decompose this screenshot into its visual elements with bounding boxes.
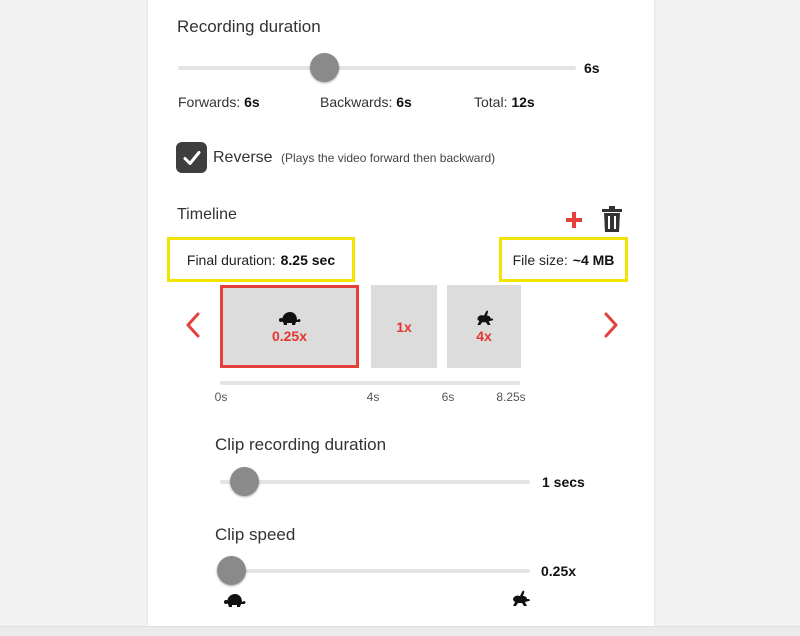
timeline-clip[interactable]: 0.25x [220, 285, 359, 368]
reverse-label[interactable]: Reverse [213, 149, 273, 166]
forwards-stat: Forwards: 6s [178, 94, 260, 110]
backwards-value: 6s [396, 94, 412, 110]
timeline-tick: 0s [214, 390, 228, 404]
chevron-right-icon[interactable] [603, 312, 619, 343]
checkmark-icon [183, 150, 200, 165]
final-duration-box: Final duration: 8.25 sec [167, 237, 355, 282]
timeline-tick: 6s [441, 390, 455, 404]
clip-duration-title: Clip recording duration [215, 435, 387, 454]
forwards-value: 6s [244, 94, 260, 110]
clip-speed-thumb[interactable] [217, 556, 246, 585]
timeline-track [220, 381, 520, 385]
clip-speed-label: 0.25x [271, 327, 308, 344]
file-size-value: ~4 MB [572, 251, 615, 268]
reverse-hint: (Plays the video forward then backward) [281, 151, 496, 165]
clip-speed-label: 4x [476, 327, 492, 344]
clip-duration-track[interactable] [220, 480, 530, 484]
final-duration-label: Final duration: [186, 251, 276, 268]
clip-speed-title: Clip speed [215, 525, 296, 544]
backwards-stat: Backwards: 6s [320, 94, 412, 110]
reverse-label-group: Reverse (Plays the video forward then ba… [213, 149, 495, 167]
timeline-tick: 8.25s [496, 390, 526, 404]
recording-duration-value: 6s [584, 60, 600, 76]
turtle-icon [223, 592, 247, 613]
clip-speed-label: 1x [396, 318, 412, 335]
plus-icon[interactable] [565, 211, 583, 229]
timeline-clip[interactable]: 4x [447, 285, 521, 368]
recording-duration-thumb[interactable] [310, 53, 339, 82]
clip-speed-track[interactable] [220, 569, 530, 573]
total-label: Total: [474, 94, 508, 110]
file-size-label: File size: [512, 251, 568, 268]
trash-icon[interactable] [601, 206, 623, 232]
clip-duration-thumb[interactable] [230, 467, 259, 496]
rabbit-icon [477, 310, 494, 325]
rabbit-icon [509, 590, 531, 612]
chevron-left-icon[interactable] [185, 312, 201, 343]
clip-duration-value: 1 secs [542, 474, 585, 490]
backwards-label: Backwards: [320, 94, 393, 110]
timeline-tick: 4s [366, 390, 380, 404]
clip-speed-value: 0.25x [541, 563, 577, 579]
file-size-box: File size: ~4 MB [499, 237, 628, 282]
timeline-clip[interactable]: 1x [371, 285, 437, 368]
recording-duration-title: Recording duration [177, 17, 321, 36]
turtle-icon [278, 311, 300, 325]
reverse-checkbox[interactable] [176, 142, 207, 173]
final-duration-value: 8.25 sec [280, 251, 336, 268]
recording-duration-track[interactable] [178, 66, 576, 70]
forwards-label: Forwards: [178, 94, 241, 110]
total-stat: Total: 12s [474, 94, 535, 110]
total-value: 12s [511, 94, 535, 110]
timeline-title: Timeline [177, 206, 237, 223]
